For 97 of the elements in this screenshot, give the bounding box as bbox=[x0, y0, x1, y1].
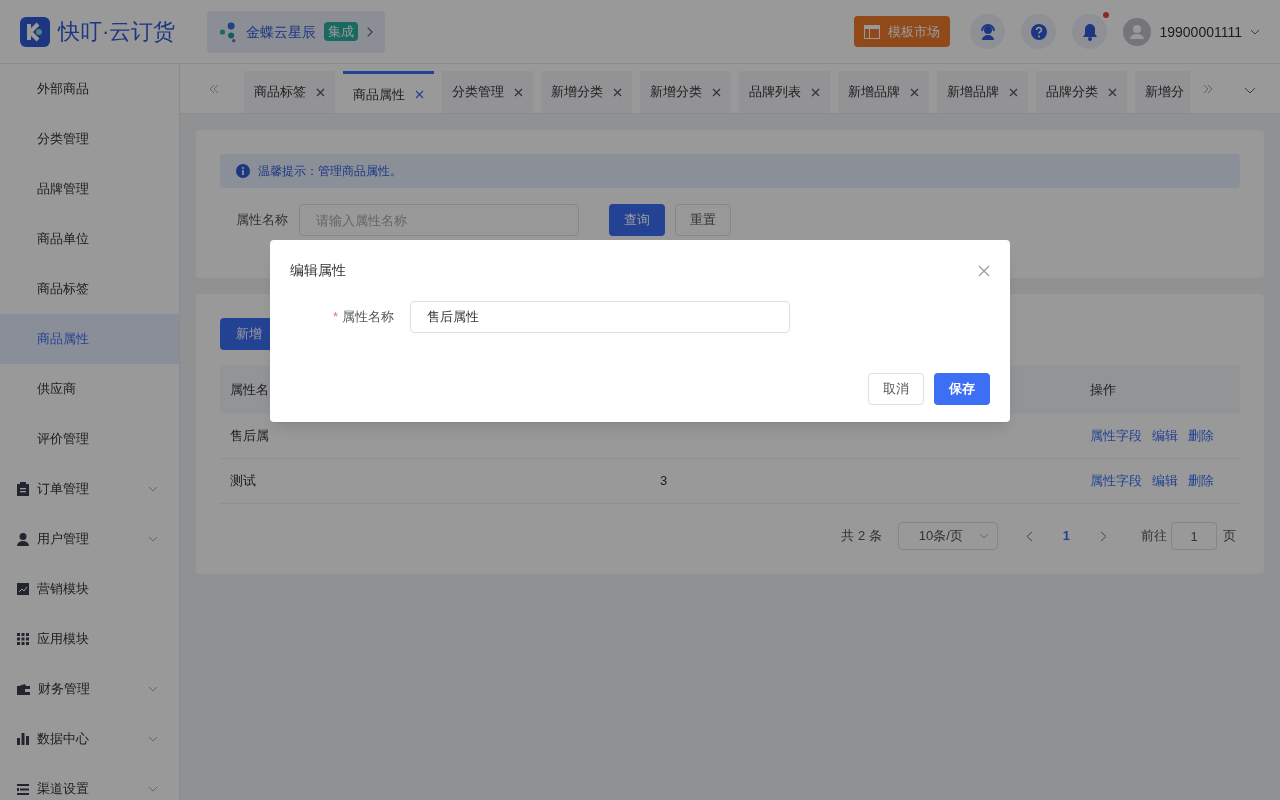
tab[interactable]: 商品标签 bbox=[244, 71, 335, 113]
reset-button[interactable]: 重置 bbox=[675, 204, 731, 236]
required-mark: * bbox=[332, 309, 338, 325]
next-page-icon[interactable] bbox=[1100, 530, 1107, 542]
sidebar-item[interactable]: 营销模块 bbox=[0, 564, 179, 614]
column-header: 属性名 bbox=[230, 381, 270, 400]
close-icon[interactable] bbox=[316, 87, 325, 97]
action-link[interactable]: 删除 bbox=[1188, 471, 1214, 491]
chevron-down-icon bbox=[148, 786, 158, 792]
close-icon[interactable] bbox=[1009, 87, 1018, 97]
action-link[interactable]: 删除 bbox=[1188, 426, 1214, 446]
close-icon[interactable] bbox=[811, 87, 820, 97]
page-suffix: 页 bbox=[1223, 527, 1236, 546]
list-icon bbox=[17, 783, 29, 795]
chevron-down-icon bbox=[978, 533, 989, 539]
cancel-button[interactable]: 取消 bbox=[868, 373, 924, 405]
integration-banner[interactable]: 金蝶云星辰 集成 bbox=[207, 10, 386, 53]
attribute-name-field[interactable]: 售后属性 bbox=[410, 301, 790, 333]
user-name[interactable]: 19900001111 bbox=[1159, 21, 1242, 42]
chevron-down-icon bbox=[1244, 87, 1256, 94]
sidebar-item[interactable]: 品牌管理 bbox=[0, 164, 179, 214]
tab[interactable]: 品牌列表 bbox=[739, 71, 830, 113]
tab[interactable]: 品牌分类 bbox=[1036, 71, 1127, 113]
help-button[interactable] bbox=[1021, 14, 1057, 49]
table-cell-text: 测试 bbox=[230, 472, 257, 491]
grid-icon bbox=[17, 633, 29, 645]
page-number[interactable]: 1 bbox=[1062, 526, 1070, 546]
layout-icon bbox=[864, 24, 881, 39]
close-icon[interactable] bbox=[415, 90, 424, 99]
sidebar-item[interactable]: 供应商 bbox=[0, 364, 179, 414]
sidebar-item[interactable]: 订单管理 bbox=[0, 464, 179, 514]
query-button[interactable]: 查询 bbox=[609, 204, 665, 236]
integration-name: 金蝶云星辰 bbox=[246, 22, 317, 42]
trend-chart-icon bbox=[17, 583, 29, 595]
sidebar-item[interactable]: 渠道设置 bbox=[0, 764, 179, 800]
action-link[interactable]: 属性字段 bbox=[1090, 471, 1142, 491]
clipboard-icon bbox=[17, 482, 29, 496]
table-cell-text: 售后属 bbox=[230, 427, 270, 446]
chevron-down-icon bbox=[148, 686, 158, 692]
close-icon[interactable] bbox=[978, 264, 990, 277]
sidebar-item[interactable]: 商品属性 bbox=[0, 314, 179, 364]
sidebar-item[interactable]: 评价管理 bbox=[0, 414, 179, 464]
tab[interactable]: 分类管理 bbox=[442, 71, 533, 113]
action-link[interactable]: 编辑 bbox=[1152, 426, 1178, 446]
chevron-down-icon bbox=[148, 536, 158, 542]
notification-button[interactable] bbox=[1072, 14, 1108, 49]
field-label: 属性名称 bbox=[236, 211, 289, 230]
bar-chart-icon bbox=[17, 733, 29, 745]
close-icon[interactable] bbox=[514, 87, 523, 97]
sidebar-item[interactable]: 商品标签 bbox=[0, 264, 179, 314]
tab[interactable]: 新增品牌 bbox=[838, 71, 929, 113]
wallet-icon bbox=[17, 683, 30, 695]
close-icon[interactable] bbox=[712, 87, 721, 97]
chevron-down-icon bbox=[1250, 28, 1260, 35]
page-size-select[interactable]: 10条/页 bbox=[897, 522, 998, 550]
tab[interactable]: 新增分 bbox=[1135, 71, 1190, 113]
person-icon bbox=[17, 532, 29, 546]
sidebar-item[interactable]: 财务管理 bbox=[0, 664, 179, 714]
save-button[interactable]: 保存 bbox=[934, 373, 990, 405]
chevron-right-icon bbox=[366, 25, 374, 38]
sidebar-item[interactable]: 应用模块 bbox=[0, 614, 179, 664]
logo-text: 快叮·云订货 bbox=[58, 18, 176, 46]
close-icon[interactable] bbox=[1108, 87, 1117, 97]
double-chevron-right-icon bbox=[1202, 84, 1214, 94]
table-cell-text: 3 bbox=[660, 472, 669, 491]
prev-page-icon[interactable] bbox=[1025, 530, 1033, 542]
sidebar-item[interactable]: 分类管理 bbox=[0, 114, 179, 164]
action-link[interactable]: 属性字段 bbox=[1090, 426, 1142, 446]
dialog-title: 编辑属性 bbox=[290, 261, 346, 280]
tab[interactable]: 新增品牌 bbox=[937, 71, 1028, 113]
help-icon bbox=[1029, 22, 1048, 41]
column-header: 操作 bbox=[1090, 381, 1117, 400]
sidebar-item[interactable]: 用户管理 bbox=[0, 514, 179, 564]
goto-label: 前往 bbox=[1141, 527, 1167, 546]
goto-field[interactable]: 1 bbox=[1171, 522, 1217, 550]
headset-icon bbox=[978, 22, 997, 41]
close-icon[interactable] bbox=[613, 87, 622, 97]
sidebar-item[interactable]: 商品单位 bbox=[0, 214, 179, 264]
close-icon[interactable] bbox=[910, 87, 919, 97]
tab[interactable]: 新增分类 bbox=[541, 71, 632, 113]
notice-text: 温馨提示：管理商品属性。 bbox=[258, 163, 402, 180]
avatar-icon bbox=[1123, 17, 1152, 46]
total-count: 共 2 条 bbox=[841, 527, 882, 546]
bell-icon bbox=[1081, 22, 1098, 41]
chevron-down-icon bbox=[148, 736, 158, 742]
info-icon bbox=[236, 164, 250, 178]
sidebar-item[interactable]: 外部商品 bbox=[0, 64, 179, 114]
double-chevron-left-icon bbox=[208, 84, 220, 94]
integration-badge: 集成 bbox=[324, 21, 359, 42]
sidebar-item[interactable]: 数据中心 bbox=[0, 714, 179, 764]
support-button[interactable] bbox=[970, 14, 1006, 49]
tab[interactable]: 新增分类 bbox=[640, 71, 731, 113]
logo-icon bbox=[20, 16, 50, 47]
add-button[interactable]: 新增 bbox=[220, 318, 270, 350]
field-label-text: 属性名称 bbox=[342, 309, 394, 325]
action-link[interactable]: 编辑 bbox=[1152, 471, 1178, 491]
chevron-down-icon bbox=[148, 486, 158, 492]
